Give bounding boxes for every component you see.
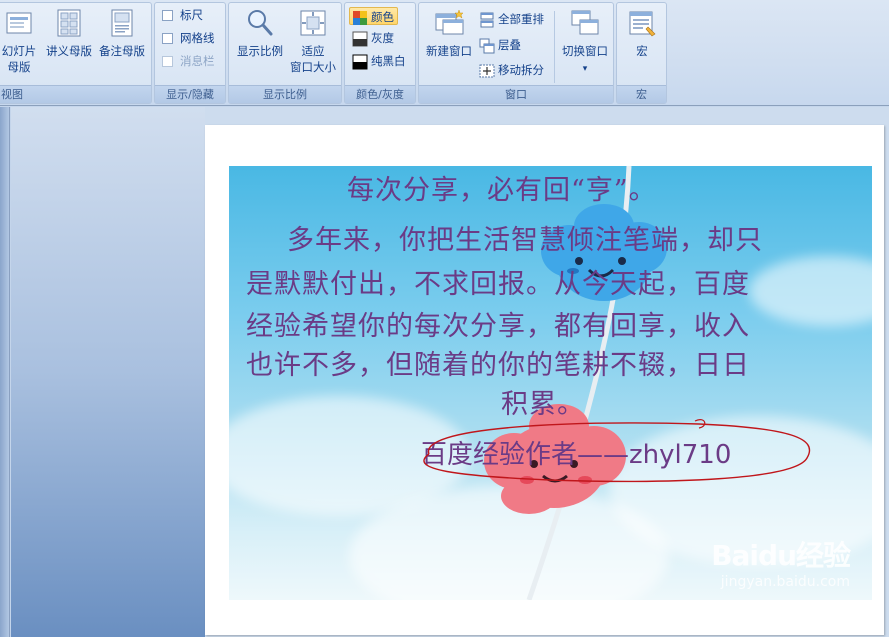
color-group: 颜色 灰度 纯黑白 颜色/灰度 <box>344 2 416 104</box>
switch-window-icon <box>571 10 599 35</box>
move-split-label: 移动拆分 <box>498 63 544 77</box>
fit-to-window-button[interactable]: 适应 窗口大小 <box>285 7 341 75</box>
show-hide-group-label: 显示/隐藏 <box>155 85 225 103</box>
fit-label-2: 窗口大小 <box>290 60 336 74</box>
slide-background-photo[interactable]: 每次分享，必有回“亨”。 多年来，你把生活智慧倾注笔端，却只 是默默付出，不求回… <box>229 166 872 600</box>
handout-master-icon <box>57 9 81 37</box>
watermark-url: jingyan.baidu.com <box>720 574 850 590</box>
color-button[interactable]: 颜色 <box>349 7 398 25</box>
watermark-brand: Baidu经验 <box>711 539 851 572</box>
color-group-label: 颜色/灰度 <box>345 85 415 103</box>
message-bar-label: 消息栏 <box>180 54 215 68</box>
pure-bw-button[interactable]: 纯黑白 <box>352 52 406 70</box>
color-label: 颜色 <box>371 10 394 24</box>
grayscale-icon <box>352 31 368 46</box>
zoom-group-label: 显示比例 <box>229 85 341 103</box>
move-split-icon <box>479 64 495 77</box>
pure-bw-label: 纯黑白 <box>371 54 406 68</box>
arrange-all-button[interactable]: 全部重排 <box>479 10 544 28</box>
fit-label-1: 适应 <box>301 44 325 58</box>
window-group-label: 窗口 <box>419 85 613 103</box>
move-split-button[interactable]: 移动拆分 <box>479 61 544 79</box>
gridlines-label: 网格线 <box>180 31 215 45</box>
slide-master-label-2: 母版 <box>7 60 31 74</box>
window-group: 新建窗口 全部重排 层叠 移动拆分 切换窗口 ▾ 窗口 <box>418 2 614 104</box>
master-views-group-label: 视图 <box>0 85 151 103</box>
macro-group-label: 宏 <box>617 85 666 103</box>
notes-master-label: 备注母版 <box>99 44 145 58</box>
ruler-checkbox-box[interactable] <box>162 10 173 21</box>
ribbon: 幻灯片 母版 讲义母版 备注母版 视图 标尺 网格线 消息栏 显示/隐藏 显示比… <box>0 0 889 106</box>
slide-master-label-1: 幻灯片 <box>1 44 37 58</box>
arrange-all-label: 全部重排 <box>498 12 544 26</box>
slide-master-icon <box>6 12 32 34</box>
grayscale-button[interactable]: 灰度 <box>352 29 394 47</box>
color-icon <box>353 10 367 25</box>
macros-label: 宏 <box>636 44 648 58</box>
editing-workspace: 每次分享，必有回“亨”。 多年来，你把生活智慧倾注笔端，却只 是默默付出，不求回… <box>0 107 889 637</box>
black-white-icon <box>352 54 368 69</box>
zoom-button[interactable]: 显示比例 <box>231 7 289 59</box>
new-window-button[interactable]: 新建窗口 <box>421 7 477 59</box>
switch-window-label: 切换窗口 <box>562 44 608 58</box>
window-group-separator <box>554 11 555 83</box>
left-splitter[interactable] <box>0 107 10 637</box>
handout-master-label: 讲义母版 <box>46 44 92 58</box>
macro-group: 宏 宏 <box>616 2 667 104</box>
switch-window-button[interactable]: 切换窗口 ▾ <box>557 7 613 77</box>
new-window-icon <box>435 9 464 35</box>
cascade-icon <box>479 38 495 53</box>
gridlines-checkbox[interactable]: 网格线 <box>162 29 215 47</box>
thumbnail-pane <box>11 107 205 637</box>
message-bar-checkbox[interactable]: 消息栏 <box>162 52 215 70</box>
ruler-label: 标尺 <box>180 8 203 22</box>
macros-button[interactable]: 宏 <box>619 7 665 59</box>
slide-master-button[interactable]: 幻灯片 母版 <box>0 7 41 75</box>
notes-master-icon <box>111 9 133 37</box>
handout-master-button[interactable]: 讲义母版 <box>43 7 95 59</box>
cascade-button[interactable]: 层叠 <box>479 36 521 54</box>
cascade-label: 层叠 <box>498 38 521 52</box>
grayscale-label: 灰度 <box>371 31 394 45</box>
notes-master-button[interactable]: 备注母版 <box>95 7 149 59</box>
zoom-label: 显示比例 <box>237 44 283 58</box>
show-hide-group: 标尺 网格线 消息栏 显示/隐藏 <box>154 2 226 104</box>
macro-icon <box>629 11 656 37</box>
message-bar-checkbox-box[interactable] <box>162 56 173 67</box>
ruler-checkbox[interactable]: 标尺 <box>162 6 203 24</box>
arrange-all-icon <box>480 12 494 27</box>
zoom-group: 显示比例 适应 窗口大小 显示比例 <box>228 2 342 104</box>
gridlines-checkbox-box[interactable] <box>162 33 173 44</box>
baidu-jingyan-watermark: Baidu经验 jingyan.baidu.com <box>711 534 851 590</box>
fit-window-icon <box>300 10 326 36</box>
switch-window-dropdown-icon[interactable]: ▾ <box>583 64 588 74</box>
new-window-label: 新建窗口 <box>426 44 472 58</box>
slide-canvas[interactable]: 每次分享，必有回“亨”。 多年来，你把生活智慧倾注笔端，却只 是默默付出，不求回… <box>205 125 884 635</box>
magnifier-icon <box>248 10 273 36</box>
master-views-group: 幻灯片 母版 讲义母版 备注母版 视图 <box>0 2 152 104</box>
